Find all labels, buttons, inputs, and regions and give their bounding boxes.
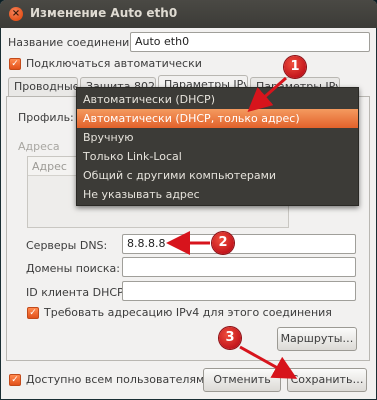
annotation-marker-1: 1 (284, 56, 306, 78)
annotation-arrows (166, 76, 298, 379)
annotation-marker-2: 2 (212, 232, 234, 254)
annotation-marker-3: 3 (219, 327, 241, 349)
connection-editor-window: × Изменение Auto eth0 Название соединени… (0, 0, 377, 400)
arrow-3 (239, 345, 298, 379)
arrow-1 (247, 76, 287, 112)
